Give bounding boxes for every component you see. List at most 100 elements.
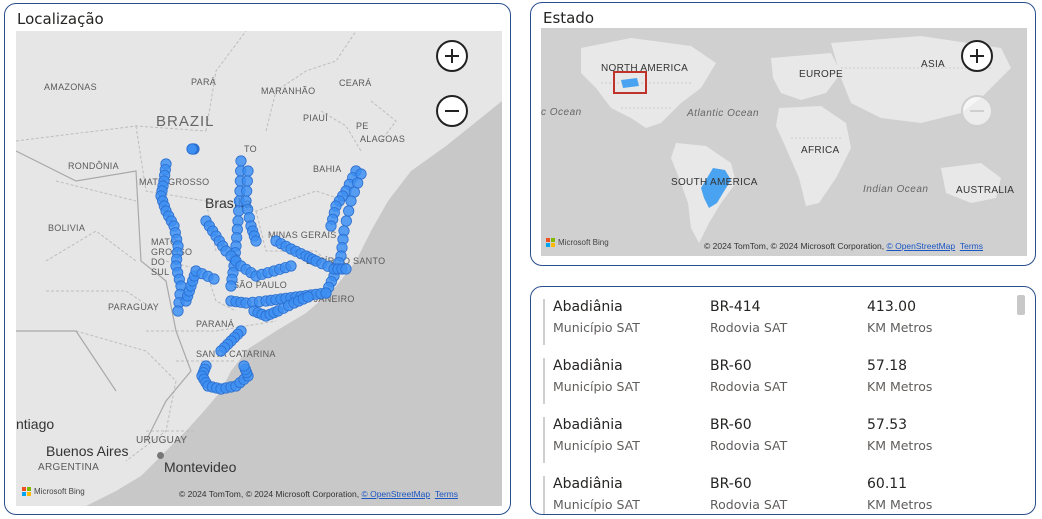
municipio-label: Município SAT xyxy=(553,438,640,453)
location-point[interactable] xyxy=(215,345,227,357)
rodovia-value: BR-60 xyxy=(710,417,752,433)
location-point[interactable] xyxy=(285,260,297,272)
rodovia-value: BR-60 xyxy=(710,358,752,374)
list-item: Abadiânia Município SAT BR-414 Rodovia S… xyxy=(543,299,1009,345)
km-cell: 57.18 KM Metros xyxy=(867,358,932,394)
rodovia-label: Rodovia SAT xyxy=(710,320,788,335)
km-value: 60.11 xyxy=(867,476,908,492)
location-point[interactable] xyxy=(186,143,198,155)
km-label: KM Metros xyxy=(867,379,933,394)
location-point[interactable] xyxy=(340,215,352,227)
rodovia-label: Rodovia SAT xyxy=(710,497,788,512)
brazil-map[interactable]: AMAZONAS PARÁ MARANHÃO CEARÁ BRAZIL PIAU… xyxy=(16,31,502,506)
microsoft-logo-icon xyxy=(22,487,31,496)
card-table-visual: Abadiânia Município SAT BR-414 Rodovia S… xyxy=(530,286,1036,515)
vertical-scrollbar[interactable] xyxy=(1017,295,1025,315)
bing-text: Microsoft Bing xyxy=(34,487,85,496)
zoom-out-button[interactable] xyxy=(961,95,993,127)
municipio-label: Município SAT xyxy=(553,497,640,512)
list-item: Abadiânia Município SAT BR-60 Rodovia SA… xyxy=(543,358,1009,404)
world-map[interactable]: NORTH AMERICA EUROPE ASIA c Ocean Atlant… xyxy=(541,28,1027,256)
row-accent-bar xyxy=(543,476,545,514)
row-accent-bar xyxy=(543,299,545,345)
km-value: 57.53 xyxy=(867,417,908,433)
municipio-cell: Abadiânia Município SAT xyxy=(553,358,640,394)
location-point[interactable] xyxy=(302,291,314,303)
zoom-out-button[interactable] xyxy=(436,95,468,127)
km-cell: 57.53 KM Metros xyxy=(867,417,932,453)
km-cell: 60.11 KM Metros xyxy=(867,476,932,512)
location-point[interactable] xyxy=(241,185,253,197)
rodovia-cell: BR-60 Rodovia SAT xyxy=(710,417,787,453)
location-point[interactable] xyxy=(172,305,184,317)
minus-icon xyxy=(445,110,459,112)
map-label-europe: EUROPE xyxy=(799,69,844,80)
location-point[interactable] xyxy=(233,205,245,217)
rodovia-label: Rodovia SAT xyxy=(710,438,788,453)
map-label-asia: ASIA xyxy=(921,59,945,70)
map-label-australia: AUSTRALIA xyxy=(956,185,1015,196)
municipio-value: Abadiânia xyxy=(553,476,623,492)
map-attribution: © 2024 TomTom, © 2024 Microsoft Corporat… xyxy=(704,241,983,251)
location-point[interactable] xyxy=(225,280,237,292)
location-point[interactable] xyxy=(320,287,332,299)
terms-link[interactable]: Terms xyxy=(960,241,983,251)
row-accent-bar xyxy=(543,417,545,463)
location-point[interactable] xyxy=(343,205,355,217)
map-label-africa: AFRICA xyxy=(801,145,840,156)
km-label: KM Metros xyxy=(867,438,933,453)
openstreetmap-link[interactable]: © OpenStreetMap xyxy=(361,489,430,499)
rodovia-cell: BR-60 Rodovia SAT xyxy=(710,358,787,394)
localizacao-map-visual: Localização AMAZONAS PARÁ MARANHÃO CEARÁ… xyxy=(4,3,511,515)
map-label-south-america: SOUTH AMERICA xyxy=(671,177,758,188)
km-label: KM Metros xyxy=(867,320,933,335)
municipio-value: Abadiânia xyxy=(553,358,623,374)
row-accent-bar xyxy=(543,358,545,404)
municipio-label: Município SAT xyxy=(553,320,640,335)
zoom-in-button[interactable] xyxy=(436,40,468,72)
estado-map-visual: Estado NORTH AMERICA EUROPE ASIA c Ocean… xyxy=(530,2,1036,266)
location-point[interactable] xyxy=(325,220,337,232)
bing-text: Microsoft Bing xyxy=(558,238,609,247)
microsoft-bing-logo: Microsoft Bing xyxy=(546,238,609,247)
km-value: 57.18 xyxy=(867,358,908,374)
zoom-in-button[interactable] xyxy=(961,40,993,72)
km-value: 413.00 xyxy=(867,299,916,315)
rodovia-cell: BR-414 Rodovia SAT xyxy=(710,299,787,335)
location-point[interactable] xyxy=(242,165,254,177)
microsoft-bing-logo: Microsoft Bing xyxy=(22,487,85,496)
map-label-atlantic: Atlantic Ocean xyxy=(687,108,760,119)
plus-icon xyxy=(970,49,984,63)
municipio-value: Abadiânia xyxy=(553,299,623,315)
location-point[interactable] xyxy=(345,195,357,207)
list-item: Abadiânia Município SAT BR-60 Rodovia SA… xyxy=(543,476,1009,514)
location-point[interactable] xyxy=(340,263,352,275)
km-label: KM Metros xyxy=(867,497,933,512)
municipio-cell: Abadiânia Município SAT xyxy=(553,417,640,453)
plus-icon xyxy=(445,49,459,63)
map-label-north-america: NORTH AMERICA xyxy=(601,63,689,74)
rodovia-label: Rodovia SAT xyxy=(710,379,788,394)
rodovia-cell: BR-60 Rodovia SAT xyxy=(710,476,787,512)
microsoft-logo-icon xyxy=(546,238,555,247)
list-item: Abadiânia Município SAT BR-60 Rodovia SA… xyxy=(543,417,1009,463)
highlighted-region-north xyxy=(621,78,639,88)
map-label-indian: Indian Ocean xyxy=(863,184,929,195)
map-attribution: © 2024 TomTom, © 2024 Microsoft Corporat… xyxy=(179,489,458,499)
km-cell: 413.00 KM Metros xyxy=(867,299,932,335)
municipio-label: Município SAT xyxy=(553,379,640,394)
location-point[interactable] xyxy=(208,273,220,285)
location-point[interactable] xyxy=(238,360,250,372)
location-point[interactable] xyxy=(250,235,262,247)
municipio-value: Abadiânia xyxy=(553,417,623,433)
openstreetmap-link[interactable]: © OpenStreetMap xyxy=(886,241,955,251)
location-points-layer xyxy=(155,143,367,395)
highlighted-region xyxy=(701,168,731,208)
rodovia-value: BR-60 xyxy=(710,476,752,492)
location-point[interactable] xyxy=(241,175,253,187)
visual-title: Estado xyxy=(543,9,595,27)
rodovia-value: BR-414 xyxy=(710,299,761,315)
terms-link[interactable]: Terms xyxy=(435,489,458,499)
municipio-cell: Abadiânia Município SAT xyxy=(553,299,640,335)
location-point[interactable] xyxy=(235,155,247,167)
